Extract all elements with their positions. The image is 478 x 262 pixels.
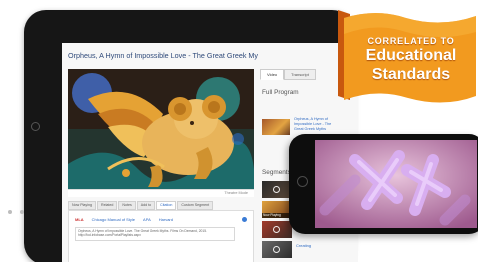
chromosome-image — [315, 140, 477, 228]
full-program-thumbnail[interactable] — [262, 119, 290, 135]
banner-line-1: CORRELATED TO — [367, 36, 455, 46]
tablet-camera — [31, 122, 40, 131]
tab-notes[interactable]: Notes — [118, 201, 136, 210]
segment-thumbnail-now-playing[interactable]: Now Playing — [262, 201, 292, 218]
citation-text-box[interactable]: Orpheus, A Hymn of Impossible Love. The … — [75, 227, 235, 241]
banner-line-2: Educational — [365, 47, 457, 64]
carousel-dot[interactable] — [20, 210, 24, 214]
segment-link[interactable]: Creating — [296, 243, 311, 248]
info-icon[interactable] — [242, 217, 247, 222]
phone-home-button — [297, 176, 308, 187]
sidebar-tabs: Video Transcript — [260, 69, 316, 80]
play-icon — [273, 226, 280, 233]
tab-related[interactable]: Related — [96, 201, 118, 210]
full-program-link[interactable]: Orpheus, A Hymn of Impossible Love - The… — [294, 117, 334, 133]
citation-style-apa[interactable]: APA — [143, 217, 151, 222]
segment-thumbnail[interactable] — [262, 181, 292, 198]
full-program-heading: Full Program — [262, 89, 299, 96]
phone-video-screen[interactable] — [315, 140, 477, 228]
video-frame-ram-illustration — [68, 69, 254, 189]
citation-style-chicago[interactable]: Chicago Manual of Style — [92, 217, 135, 222]
citation-style-tabs: MLA Chicago Manual of Style APA Harvard — [75, 217, 173, 222]
theatre-mode-link[interactable]: Theatre Mode — [224, 191, 248, 195]
tab-custom-segment[interactable]: Custom Segment — [177, 201, 214, 210]
video-player[interactable] — [68, 69, 254, 189]
play-icon — [273, 186, 280, 193]
player-tabs: Now Playing Related Notes Add to Citatio… — [68, 201, 254, 210]
now-playing-badge: Now Playing — [262, 213, 292, 218]
tab-now-playing[interactable]: Now Playing — [68, 201, 96, 210]
video-title: Orpheus, A Hymn of Impossible Love - The… — [68, 51, 258, 60]
citation-style-mla[interactable]: MLA — [75, 217, 84, 222]
citation-panel: MLA Chicago Manual of Style APA Harvard … — [68, 210, 254, 262]
player-controls[interactable]: Theatre Mode — [68, 189, 254, 197]
tab-add-to[interactable]: Add to — [136, 201, 156, 210]
carousel-dots — [8, 210, 24, 214]
tab-video[interactable]: Video — [260, 69, 285, 80]
segments-heading: Segments — [262, 169, 291, 176]
banner-text: CORRELATED TO Educational Standards — [348, 36, 474, 84]
segment-thumbnail[interactable] — [262, 241, 292, 258]
phone-device — [289, 134, 478, 234]
citation-style-harvard[interactable]: Harvard — [159, 217, 173, 222]
segment-thumbnail[interactable] — [262, 221, 292, 238]
tab-citation[interactable]: Citation — [156, 201, 177, 210]
correlated-standards-banner: CORRELATED TO Educational Standards — [336, 8, 478, 110]
carousel-dot[interactable] — [8, 210, 12, 214]
banner-line-3: Standards — [371, 66, 451, 83]
tab-transcript[interactable]: Transcript — [284, 69, 316, 80]
play-icon — [273, 246, 280, 253]
